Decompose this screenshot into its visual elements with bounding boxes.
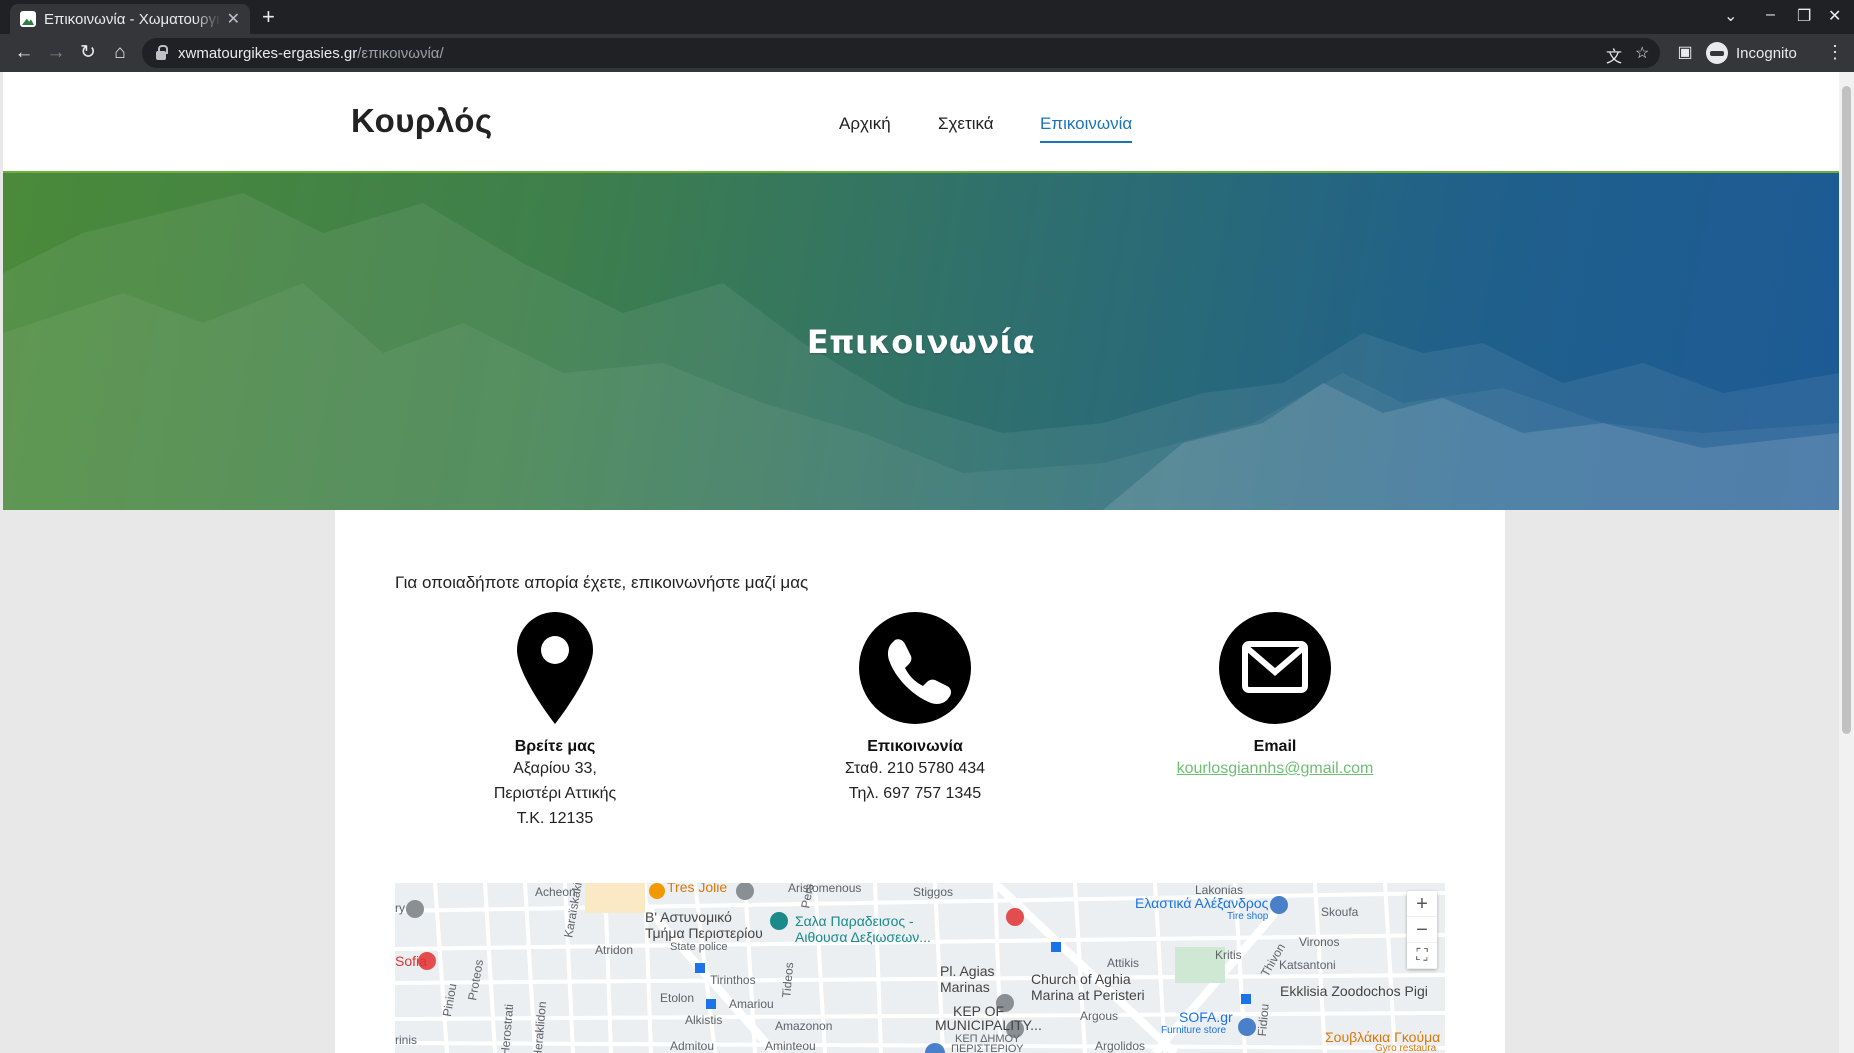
map-label: Alkistis [685, 1013, 723, 1027]
page-scrollbar[interactable] [1839, 72, 1854, 1053]
reload-icon[interactable]: ↻ [76, 41, 100, 65]
map-zoom-controls: + − ⛶ [1407, 891, 1437, 969]
menu-icon[interactable]: ⋮ [1826, 42, 1844, 63]
nav-home[interactable]: Αρχική [839, 114, 891, 134]
phone-column: Επικοινωνία Σταθ. 210 5780 434 Τηλ. 697 … [745, 612, 1085, 806]
site-logo[interactable]: Κουρλός [351, 102, 493, 140]
map-label: ΠΕΡΙΣΤΕΡΙΟΥ [951, 1043, 1024, 1053]
restore-icon[interactable]: ❐ [1797, 6, 1811, 26]
map-label: Argolidos [1095, 1039, 1146, 1053]
email-column: Email kourlosgiannhs@gmail.com [1105, 612, 1445, 781]
map-label: Stiggos [913, 885, 954, 899]
close-tab-icon[interactable]: ✕ [227, 9, 240, 29]
address-line-2: Περιστέρι Αττικής [493, 785, 617, 802]
lock-icon[interactable] [156, 44, 168, 60]
page-title: Επικοινωνία [806, 323, 1036, 361]
map-label: Tres Jolie [667, 883, 728, 895]
site-header: Κουρλός Αρχική Σχετικά Επικοινωνία [3, 72, 1839, 173]
home-icon[interactable]: ⌂ [108, 41, 132, 65]
side-panel-icon[interactable]: ▣ [1673, 41, 1697, 65]
map-label: Amariou [729, 997, 774, 1011]
address-line-3: Τ.Κ. 12135 [516, 810, 594, 827]
star-icon[interactable]: ☆ [1635, 43, 1649, 63]
profile-label: Incognito [1736, 44, 1797, 62]
browser-tab-strip: Επικοινωνία - Χωματουργικές Εργασίες ✕ +… [0, 0, 1854, 34]
map-label: Atridon [595, 943, 634, 957]
map-label: Attikis [1107, 956, 1140, 970]
hero-banner: Επικοινωνία [3, 173, 1839, 510]
page-viewport: Κουρλός Αρχική Σχετικά Επικοινωνία Επικο… [3, 72, 1839, 1053]
map-label: Admitou [670, 1039, 715, 1053]
map-label: Τμήμα Περιστερίου [645, 925, 763, 941]
tab-search-icon[interactable]: ⌄ [1724, 6, 1737, 26]
location-column: Βρείτε μας Αξαρίου 33, Περιστέρι Αττικής… [385, 612, 725, 831]
map-label: Marinas [940, 979, 990, 995]
map-label: Pl. Agias [940, 963, 995, 979]
address-line-1: Αξαρίου 33, [513, 760, 597, 777]
map-label: State police [670, 941, 728, 953]
map-label: SOFA.gr [1179, 1009, 1233, 1025]
nav-about[interactable]: Σχετικά [938, 114, 994, 134]
location-heading: Βρείτε μας [514, 738, 596, 755]
mobile-number: Τηλ. 697 757 1345 [848, 785, 982, 802]
email-heading: Email [1253, 738, 1297, 755]
url-host: xwmatourgikes-ergasies.gr [178, 44, 358, 62]
map-label: Tirinthos [710, 973, 756, 987]
zoom-out-button[interactable]: − [1407, 917, 1437, 943]
map-label: Vironos [1299, 935, 1340, 949]
browser-toolbar: ← → ↻ ⌂ xwmatourgikes-ergasies.gr/επικοι… [0, 34, 1854, 72]
map-label: Katsantoni [1279, 958, 1336, 972]
minimize-icon[interactable]: – [1766, 6, 1775, 24]
map-label: Ekklisia Zoodochos Pigi [1280, 983, 1428, 999]
intro-text: Για οποιαδήποτε απορία έχετε, επικοινωνή… [395, 573, 809, 592]
phone-heading: Επικοινωνία [867, 738, 963, 755]
incognito-badge[interactable]: Incognito [1706, 38, 1797, 68]
back-icon[interactable]: ← [12, 41, 36, 65]
map-label: Marina at Peristeri [1031, 987, 1145, 1003]
map-label: ry [395, 901, 405, 915]
tab-title: Επικοινωνία - Χωματουργικές Εργασίες [44, 10, 221, 28]
map-label: Furniture store [1161, 1025, 1227, 1036]
new-tab-button[interactable]: + [262, 4, 275, 30]
map-label: Kritis [1215, 948, 1242, 962]
url-path: /επικοινωνία/ [357, 44, 444, 62]
embedded-map[interactable]: Acheon Tres Jolie Aristomenous Stiggos L… [395, 883, 1445, 1053]
map-label: Etolon [660, 991, 695, 1005]
map-label: Tire shop [1227, 911, 1269, 922]
map-label: Β' Αστυνομικό [645, 909, 732, 925]
forward-icon[interactable]: → [44, 41, 68, 65]
nav-contact[interactable]: Επικοινωνία [1040, 114, 1133, 143]
map-label: Skoufa [1321, 905, 1359, 919]
map-label: Aminteou [765, 1039, 816, 1053]
email-link[interactable]: kourlosgiannhs@gmail.com [1177, 760, 1374, 777]
browser-tab[interactable]: Επικοινωνία - Χωματουργικές Εργασίες ✕ [10, 4, 250, 34]
close-window-icon[interactable]: ✕ [1828, 6, 1841, 26]
scrollbar-thumb[interactable] [1842, 86, 1851, 734]
map-pin-icon [499, 612, 611, 724]
map-label: MUNICIPALITY... [935, 1017, 1042, 1033]
contact-section: Για οποιαδήποτε απορία έχετε, επικοινωνή… [335, 510, 1505, 1053]
translate-icon[interactable]: 文 [1606, 43, 1622, 67]
fullscreen-icon[interactable]: ⛶ [1407, 943, 1437, 969]
map-label: Amazonon [775, 1019, 833, 1033]
map-label: Σαλα Παραδεισος - [795, 913, 914, 929]
map-label: Gyro restaura [1375, 1043, 1437, 1053]
map-label: rinis [395, 1033, 418, 1047]
map-label: Sofia [395, 953, 427, 969]
map-label: Aristomenous [788, 883, 862, 895]
incognito-icon [1706, 42, 1728, 64]
envelope-icon [1219, 612, 1331, 724]
phone-icon [859, 612, 971, 724]
map-label: Argous [1080, 1009, 1119, 1023]
map-label: Fidiou [1254, 1003, 1272, 1037]
site-favicon-icon [20, 11, 36, 27]
address-bar[interactable]: xwmatourgikes-ergasies.gr/επικοινωνία/ 文… [142, 38, 1660, 68]
zoom-in-button[interactable]: + [1407, 891, 1437, 917]
map-label: Ελαστικά Αλέξανδρος [1135, 895, 1269, 911]
map-label: Church of Aghia [1031, 971, 1131, 987]
map-label: Αιθουσα Δεξιωσεων... [795, 929, 931, 945]
landline-number: Σταθ. 210 5780 434 [844, 760, 986, 777]
